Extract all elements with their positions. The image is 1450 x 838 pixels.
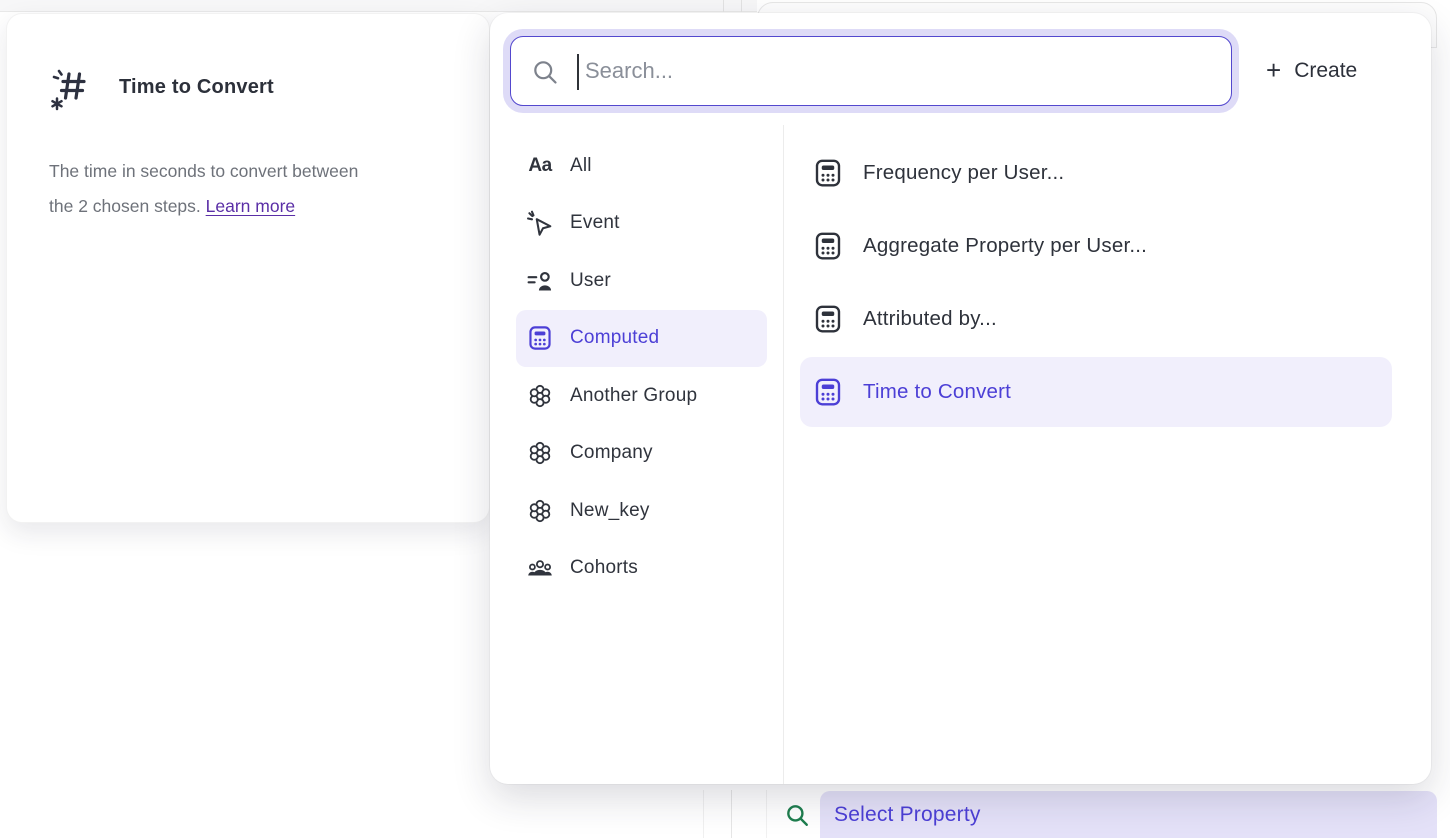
- result-frequency-per-user[interactable]: Frequency per User...: [800, 138, 1392, 208]
- background-panel-edge: [703, 790, 704, 838]
- sidebar-item-another-group[interactable]: Another Group: [516, 367, 767, 425]
- background-panel-edge: [741, 0, 742, 12]
- calculator-icon: [813, 304, 843, 334]
- property-results-list: Frequency per User... Aggregate Property…: [800, 138, 1392, 430]
- property-picker-dropdown: + Create Aa All Event: [490, 13, 1431, 784]
- group-icon: [527, 440, 553, 466]
- number-hash-icon: [49, 62, 93, 112]
- sidebar-item-new-key[interactable]: New_key: [516, 482, 767, 540]
- text-caret: [577, 54, 579, 90]
- tooltip-description: The time in seconds to convert between t…: [49, 154, 449, 224]
- result-attributed-by[interactable]: Attributed by...: [800, 284, 1392, 354]
- category-sidebar: Aa All Event: [516, 137, 767, 597]
- plus-icon: +: [1266, 57, 1281, 83]
- sidebar-item-event[interactable]: Event: [516, 195, 767, 253]
- sidebar-item-cohorts[interactable]: Cohorts: [516, 540, 767, 598]
- select-property-label: Select Property: [834, 803, 981, 827]
- search-box[interactable]: [510, 36, 1232, 106]
- calculator-icon: [527, 325, 553, 351]
- divider: [783, 125, 784, 784]
- sidebar-item-company[interactable]: Company: [516, 425, 767, 483]
- property-tooltip-card: Time to Convert The time in seconds to c…: [6, 13, 490, 523]
- user-icon: [527, 268, 553, 294]
- background-top-strip: [0, 0, 757, 12]
- calculator-icon: [813, 231, 843, 261]
- create-button[interactable]: + Create: [1266, 49, 1357, 93]
- screen: Select Property: [0, 0, 1450, 838]
- group-icon: [527, 498, 553, 524]
- select-property-control[interactable]: Select Property: [784, 791, 1437, 838]
- tooltip-title: Time to Convert: [119, 76, 274, 99]
- group-icon: [527, 383, 553, 409]
- background-panel-edge: [731, 790, 732, 838]
- event-click-icon: [527, 210, 553, 236]
- background-panel-edge: [723, 0, 724, 12]
- sidebar-item-user[interactable]: User: [516, 252, 767, 310]
- sidebar-item-computed[interactable]: Computed: [516, 310, 767, 368]
- sidebar-item-all[interactable]: Aa All: [516, 137, 767, 195]
- result-time-to-convert[interactable]: Time to Convert: [800, 357, 1392, 427]
- learn-more-link[interactable]: Learn more: [206, 196, 296, 216]
- calculator-icon: [813, 377, 843, 407]
- search-input[interactable]: [511, 37, 1231, 105]
- calculator-icon: [813, 158, 843, 188]
- background-panel-edge: [766, 790, 767, 838]
- aa-text-icon: Aa: [527, 153, 553, 179]
- search-icon: [784, 802, 810, 828]
- select-property-pill[interactable]: Select Property: [820, 791, 1437, 838]
- result-aggregate-property-per-user[interactable]: Aggregate Property per User...: [800, 211, 1392, 281]
- cohorts-icon: [527, 555, 553, 581]
